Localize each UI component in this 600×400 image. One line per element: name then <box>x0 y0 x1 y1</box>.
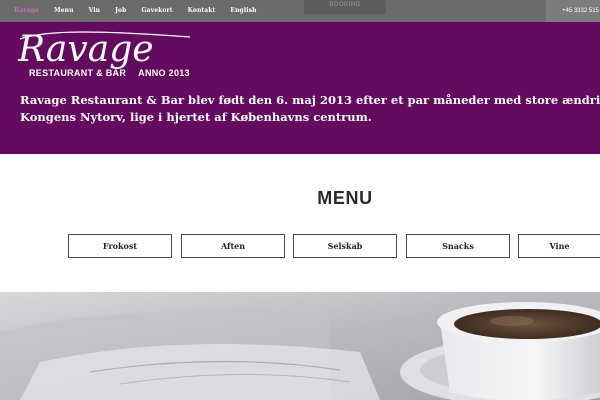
nav-item-vin[interactable]: Vin <box>89 7 101 14</box>
menu-tab-selskab[interactable]: Selskab <box>293 234 397 258</box>
nav-item-ravage[interactable]: Ravage <box>14 7 39 14</box>
coffee-cup-image <box>0 292 600 400</box>
logo-restaurant-bar: RESTAURANT & BAR <box>29 68 127 78</box>
intro-text: Ravage Restaurant & Bar blev født den 6.… <box>20 92 600 126</box>
intro-line-1: Ravage Restaurant & Bar blev født den 6.… <box>20 93 600 107</box>
menu-tab-vine[interactable]: Vine <box>518 234 600 258</box>
ravage-logo[interactable]: Ravage <box>18 27 198 69</box>
menu-title: MENU <box>317 188 373 208</box>
top-nav: Ravage Menu Vin Job Gavekort Kontakt Eng… <box>14 7 272 14</box>
intro-line-2: Kongens Nytorv, lige i hjertet af Københ… <box>20 110 372 124</box>
menu-tab-frokost[interactable]: Frokost <box>68 234 172 258</box>
top-bar: Ravage Menu Vin Job Gavekort Kontakt Eng… <box>0 0 600 22</box>
booking-button[interactable]: BOOKING <box>304 0 386 14</box>
menu-tab-snacks[interactable]: Snacks <box>406 234 510 258</box>
menu-tabs: Frokost Aften Selskab Snacks Vine <box>0 234 600 258</box>
nav-item-job[interactable]: Job <box>115 7 126 14</box>
nav-item-english[interactable]: English <box>230 7 256 14</box>
coffee-photo <box>0 292 600 400</box>
logo-anno: ANNO 2013 <box>138 68 190 78</box>
nav-item-gavekort[interactable]: Gavekort <box>141 7 172 14</box>
phone-number[interactable]: +45 3332 515 <box>546 0 600 22</box>
menu-tab-aften[interactable]: Aften <box>181 234 285 258</box>
hero-section: Ravage RESTAURANT & BAR ANNO 2013 Ravage … <box>0 22 600 154</box>
nav-item-menu[interactable]: Menu <box>54 7 74 14</box>
logo-tagline: RESTAURANT & BAR ANNO 2013 <box>29 68 190 78</box>
nav-item-kontakt[interactable]: Kontakt <box>188 7 216 14</box>
